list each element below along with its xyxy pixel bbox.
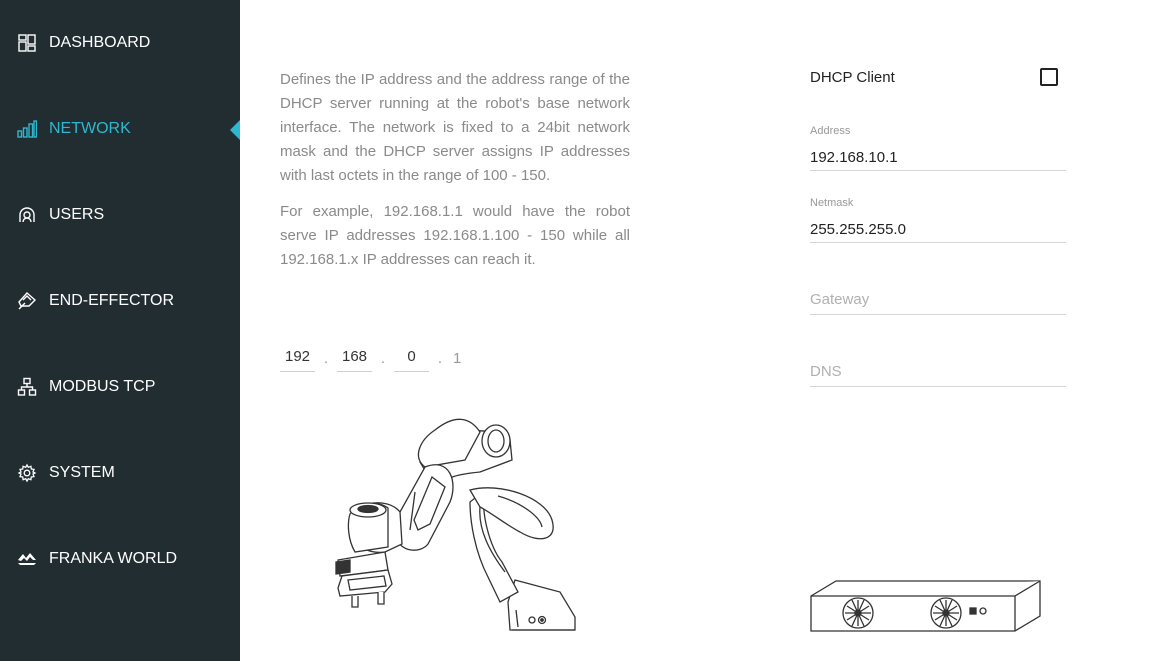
franka-world-icon — [16, 548, 38, 570]
network-description: Defines the IP address and the address r… — [280, 68, 630, 272]
dhcp-client-row: DHCP Client — [810, 66, 1058, 88]
network-icon — [16, 118, 38, 140]
dhcp-client-label: DHCP Client — [810, 68, 895, 86]
sidebar-item-dashboard[interactable]: DASHBOARD — [0, 23, 240, 63]
address-value[interactable]: 192.168.10.1 — [810, 146, 1066, 170]
controller-illustration — [810, 580, 1041, 632]
sidebar-item-label: SYSTEM — [49, 464, 115, 481]
dhcp-server-ip-input: 192 . 168 . 0 . 1 — [280, 344, 461, 372]
sidebar-item-label: USERS — [49, 206, 105, 223]
dashboard-icon — [16, 32, 38, 54]
modbus-icon — [16, 376, 38, 398]
sidebar-item-users[interactable]: USERS — [0, 195, 240, 235]
ip-octet-2-input[interactable]: 168 — [337, 344, 372, 372]
active-indicator — [230, 120, 240, 140]
address-label: Address — [810, 125, 851, 137]
ip-octet-4-fixed: 1 — [453, 350, 462, 367]
dhcp-client-checkbox[interactable] — [1040, 68, 1058, 86]
ip-separator: . — [437, 350, 443, 367]
ip-separator: . — [323, 350, 329, 367]
sidebar-item-label: DASHBOARD — [49, 34, 151, 51]
ip-octet-1-input[interactable]: 192 — [280, 344, 315, 372]
dns-field[interactable]: DNS — [810, 360, 1066, 387]
netmask-label: Netmask — [810, 197, 854, 209]
netmask-field[interactable]: Netmask 255.255.255.0 — [810, 197, 1066, 243]
robot-arm-illustration — [335, 418, 576, 631]
sidebar-item-system[interactable]: SYSTEM — [0, 453, 240, 493]
gear-icon — [16, 462, 38, 484]
netmask-value[interactable]: 255.255.255.0 — [810, 218, 1066, 242]
sidebar-item-label: MODBUS TCP — [49, 378, 156, 395]
sidebar-item-label: NETWORK — [49, 120, 131, 137]
sidebar-item-label: END-EFFECTOR — [49, 292, 175, 309]
address-field[interactable]: Address 192.168.10.1 — [810, 125, 1066, 171]
sidebar-item-end-effector[interactable]: END-EFFECTOR — [0, 281, 240, 321]
description-example: For example, 192.168.1.1 would have the … — [280, 203, 630, 268]
sidebar: DASHBOARD NETWORK USERS END-EFFECTOR MOD… — [0, 0, 240, 661]
users-icon — [16, 204, 38, 226]
fan-icon — [842, 597, 874, 629]
ip-octet-3-input[interactable]: 0 — [394, 344, 429, 372]
fan-icon — [930, 597, 962, 629]
sidebar-item-franka-world[interactable]: FRANKA WORLD — [0, 539, 240, 579]
ip-separator: . — [380, 350, 386, 367]
dns-input[interactable]: DNS — [810, 360, 1066, 384]
description-paragraph: Defines the IP address and the address r… — [280, 71, 630, 184]
sidebar-item-label: FRANKA WORLD — [49, 550, 178, 567]
gateway-input[interactable]: Gateway — [810, 288, 1066, 312]
gateway-field[interactable]: Gateway — [810, 288, 1066, 315]
end-effector-icon — [16, 290, 38, 312]
sidebar-item-modbus-tcp[interactable]: MODBUS TCP — [0, 367, 240, 407]
sidebar-item-network[interactable]: NETWORK — [0, 109, 240, 149]
